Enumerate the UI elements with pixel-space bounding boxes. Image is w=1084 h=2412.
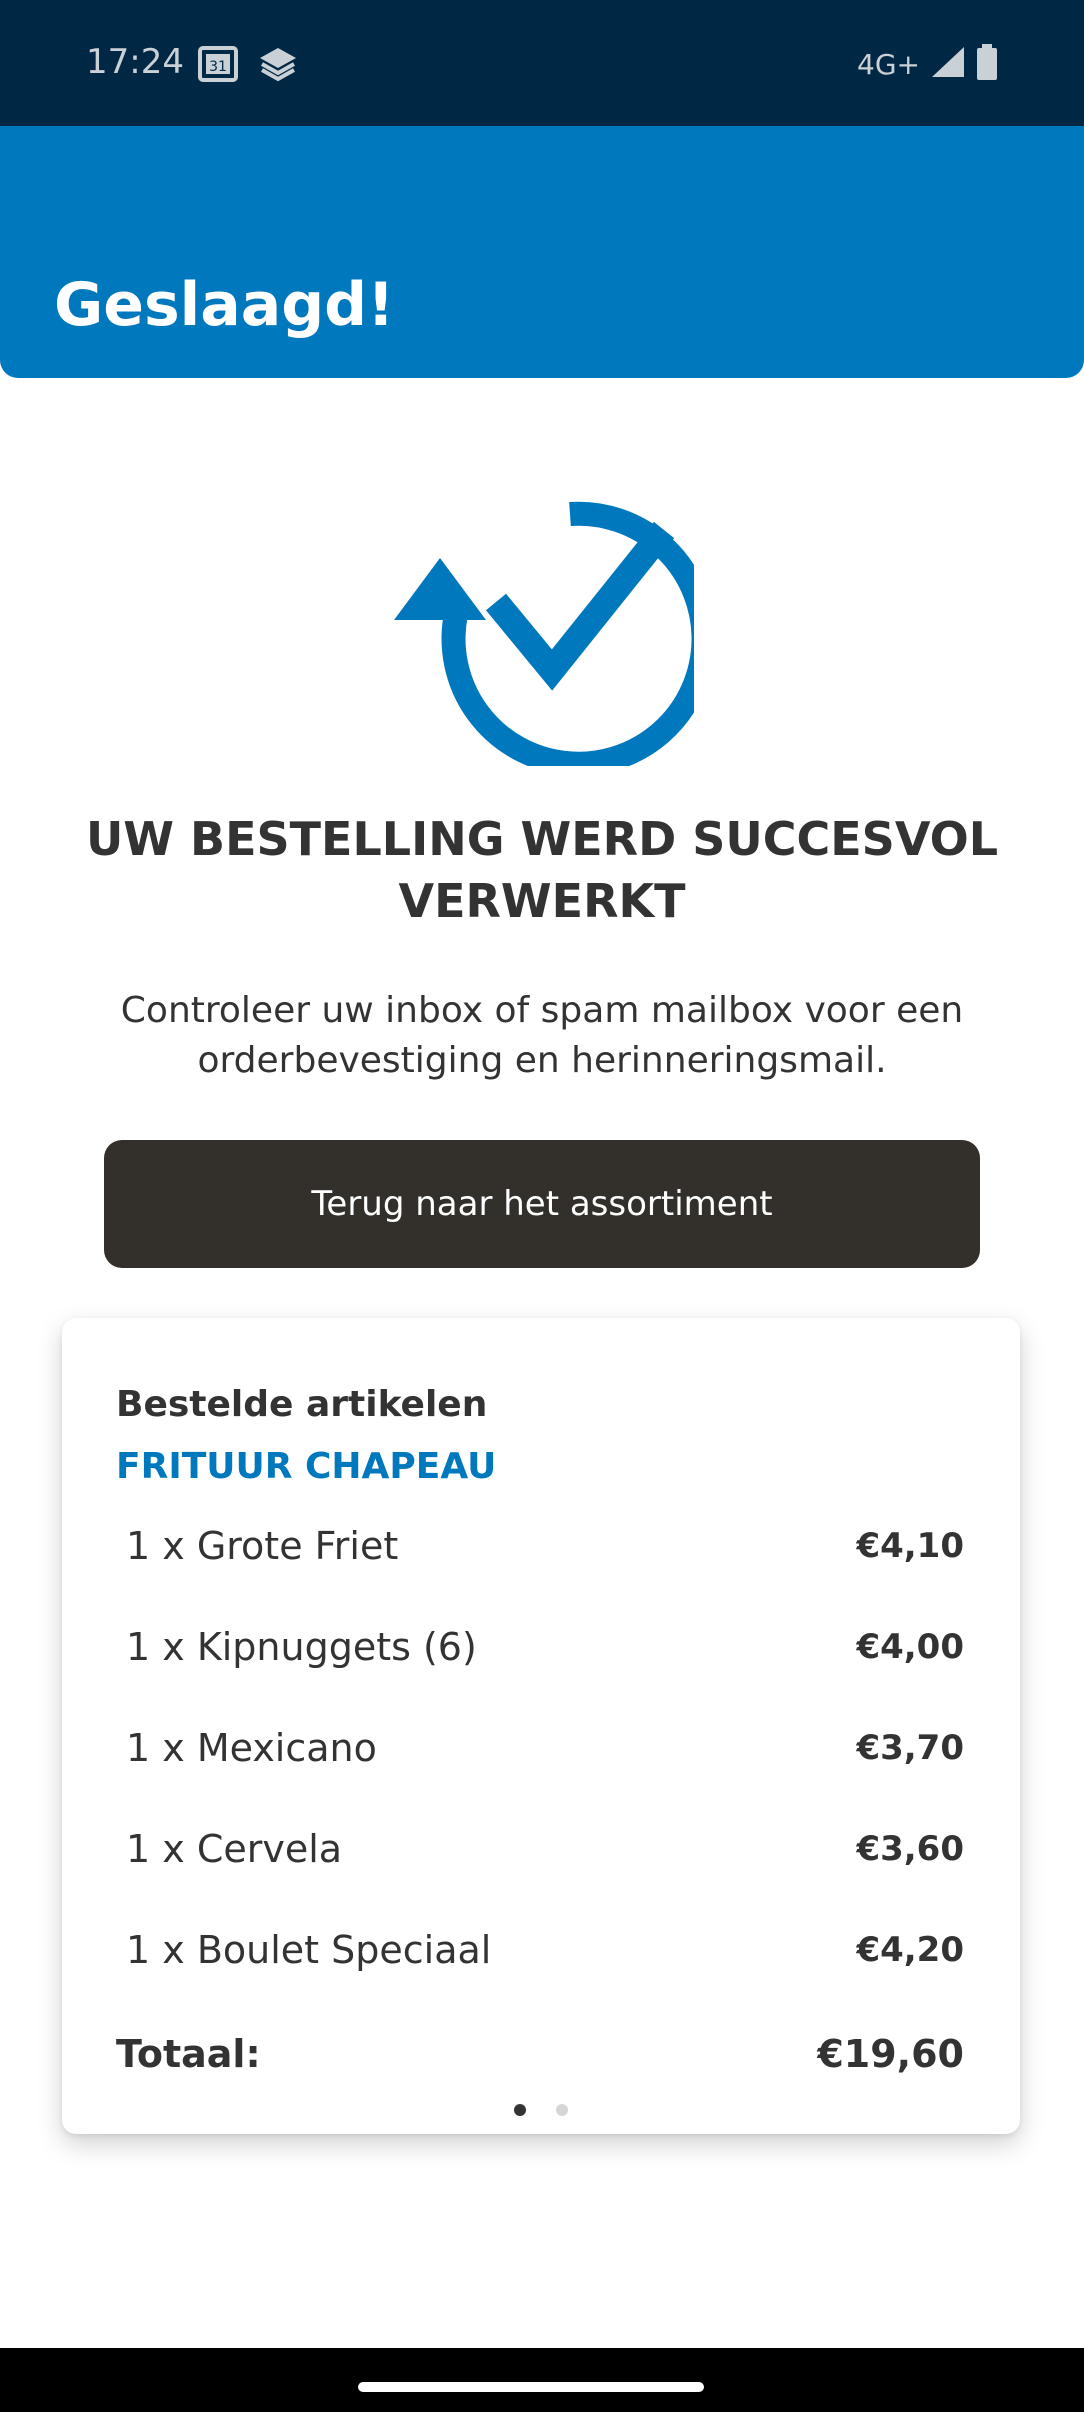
item-price: €3,70 bbox=[856, 1728, 964, 1768]
battery-icon bbox=[976, 44, 998, 85]
page-title: Geslaagd! bbox=[54, 270, 395, 340]
item-price: €4,00 bbox=[856, 1627, 964, 1667]
shop-name: FRITUUR CHAPEAU bbox=[116, 1446, 497, 1487]
item-name: 1 x Grote Friet bbox=[126, 1524, 399, 1568]
total-label: Totaal: bbox=[116, 2032, 261, 2076]
order-total-row: Totaal: €19,60 bbox=[116, 2024, 964, 2084]
svg-text:31: 31 bbox=[209, 59, 227, 75]
order-item: 1 x Cervela €3,60 bbox=[126, 1819, 964, 1879]
signal-icon bbox=[930, 45, 966, 84]
checkmark-cycle-icon bbox=[394, 494, 716, 776]
order-item: 1 x Mexicano €3,70 bbox=[126, 1718, 964, 1778]
success-headline: UW BESTELLING WERD SUCCESVOL VERWERKT bbox=[85, 812, 999, 928]
page-dot-active[interactable] bbox=[514, 2104, 526, 2116]
item-name: 1 x Mexicano bbox=[126, 1726, 377, 1770]
total-value: €19,60 bbox=[817, 2032, 964, 2076]
page-dot[interactable] bbox=[556, 2104, 568, 2116]
confirmation-message: Controleer uw inbox of spam mailbox voor… bbox=[120, 990, 964, 1081]
status-bar: 17:24 31 4G+ bbox=[0, 0, 1084, 126]
page-indicator[interactable] bbox=[62, 2104, 1020, 2116]
system-nav-bar bbox=[0, 2348, 1084, 2412]
order-summary-card[interactable]: Bestelde artikelen FRITUUR CHAPEAU 1 x G… bbox=[62, 1318, 1020, 2134]
order-item: 1 x Boulet Speciaal €4,20 bbox=[126, 1920, 964, 1980]
item-price: €4,10 bbox=[856, 1526, 964, 1566]
status-time: 17:24 bbox=[86, 42, 184, 82]
ordered-items-title: Bestelde artikelen bbox=[116, 1384, 488, 1425]
back-to-assortment-button[interactable]: Terug naar het assortiment bbox=[104, 1140, 980, 1268]
network-type: 4G+ bbox=[857, 48, 920, 81]
status-right: 4G+ bbox=[857, 44, 998, 85]
calendar-icon: 31 bbox=[198, 46, 238, 87]
item-price: €4,20 bbox=[856, 1930, 964, 1970]
app-header: Geslaagd! bbox=[0, 126, 1084, 378]
item-name: 1 x Kipnuggets (6) bbox=[126, 1625, 477, 1669]
item-price: €3,60 bbox=[856, 1829, 964, 1869]
item-name: 1 x Boulet Speciaal bbox=[126, 1928, 492, 1972]
layers-icon bbox=[258, 46, 298, 87]
home-indicator[interactable] bbox=[358, 2382, 704, 2392]
order-item: 1 x Grote Friet €4,10 bbox=[126, 1516, 964, 1576]
item-name: 1 x Cervela bbox=[126, 1827, 343, 1871]
order-item: 1 x Kipnuggets (6) €4,00 bbox=[126, 1617, 964, 1677]
